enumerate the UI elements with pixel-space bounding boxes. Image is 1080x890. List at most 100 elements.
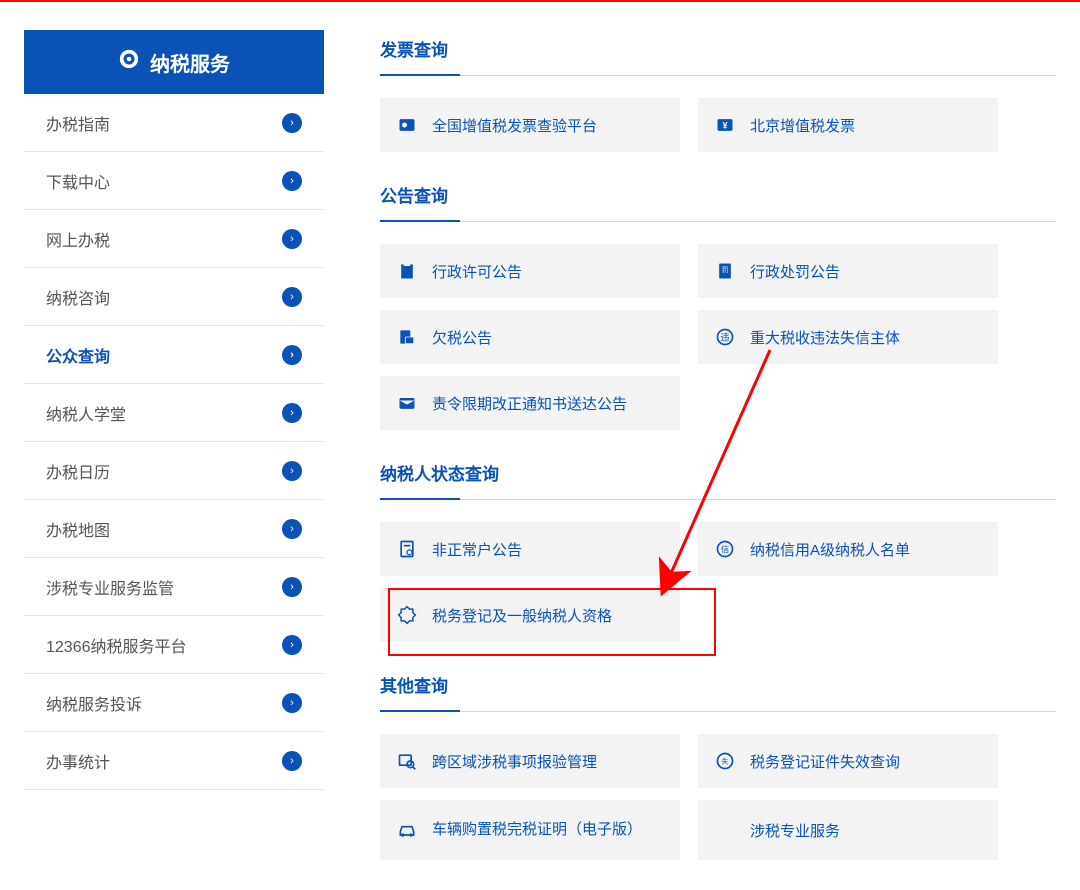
sidebar: 纳税服务 办税指南 › 下载中心 › 网上办税 › 纳税咨询 › 公众查询 › … bbox=[24, 30, 324, 890]
search-ticket-icon bbox=[396, 114, 418, 136]
card-grid: 全国增值税发票查验平台 ¥ 北京增值税发票 bbox=[380, 98, 1056, 152]
chevron-right-icon: › bbox=[282, 519, 302, 539]
card-label: 北京增值税发票 bbox=[750, 115, 855, 136]
chevron-right-icon: › bbox=[282, 461, 302, 481]
section-invoice: 发票查询 全国增值税发票查验平台 ¥ 北京增值税发票 bbox=[380, 36, 1056, 152]
sidebar-item-public-query[interactable]: 公众查询 › bbox=[24, 326, 324, 384]
sidebar-title: 纳税服务 bbox=[150, 48, 230, 77]
card-penalty-announce[interactable]: 罚 行政处罚公告 bbox=[698, 244, 998, 298]
svg-text:失: 失 bbox=[722, 757, 729, 766]
sidebar-item-label: 纳税咨询 bbox=[46, 285, 110, 309]
card-grid: 行政许可公告 罚 行政处罚公告 欠税公告 违 重大税收违法失信主体 责令限期改正… bbox=[380, 244, 1056, 430]
sidebar-item-school[interactable]: 纳税人学堂 › bbox=[24, 384, 324, 442]
card-grid: 跨区域涉税事项报验管理 失 税务登记证件失效查询 车辆购置税完税证明（电子版） … bbox=[380, 734, 1056, 860]
chevron-right-icon: › bbox=[282, 635, 302, 655]
penalty-doc-icon: 罚 bbox=[714, 260, 736, 282]
card-abnormal[interactable]: 非正常户公告 bbox=[380, 522, 680, 576]
sidebar-item-label: 纳税人学堂 bbox=[46, 401, 126, 425]
sidebar-item-map[interactable]: 办税地图 › bbox=[24, 500, 324, 558]
section-title: 公告查询 bbox=[380, 182, 1056, 222]
svg-text:违: 违 bbox=[720, 332, 729, 342]
chevron-right-icon: › bbox=[282, 577, 302, 597]
card-label: 全国增值税发票查验平台 bbox=[432, 115, 597, 136]
service-doc-icon bbox=[714, 819, 736, 841]
card-label: 重大税收违法失信主体 bbox=[750, 327, 900, 348]
abnormal-doc-icon bbox=[396, 538, 418, 560]
violation-icon: 违 bbox=[714, 326, 736, 348]
credit-badge-icon: 信 bbox=[714, 538, 736, 560]
sidebar-item-label: 涉税专业服务监管 bbox=[46, 575, 174, 599]
sidebar-item-consult[interactable]: 纳税咨询 › bbox=[24, 268, 324, 326]
sidebar-item-guide[interactable]: 办税指南 › bbox=[24, 94, 324, 152]
section-title: 发票查询 bbox=[380, 36, 1056, 76]
svg-text:信: 信 bbox=[721, 544, 729, 554]
section-title: 其他查询 bbox=[380, 672, 1056, 712]
car-icon bbox=[396, 819, 418, 841]
expire-badge-icon: 失 bbox=[714, 750, 736, 772]
chevron-right-icon: › bbox=[282, 287, 302, 307]
tax-card-icon bbox=[396, 326, 418, 348]
card-label: 纳税信用A级纳税人名单 bbox=[750, 539, 910, 560]
sidebar-item-label: 网上办税 bbox=[46, 227, 110, 251]
sidebar-item-label: 纳税服务投诉 bbox=[46, 691, 142, 715]
chevron-right-icon: › bbox=[282, 751, 302, 771]
card-correction-notice[interactable]: 责令限期改正通知书送达公告 bbox=[380, 376, 680, 430]
chevron-right-icon: › bbox=[282, 113, 302, 133]
card-grid: 非正常户公告 信 纳税信用A级纳税人名单 税务登记及一般纳税人资格 bbox=[380, 522, 1056, 642]
chevron-right-icon: › bbox=[282, 345, 302, 365]
main-content: 发票查询 全国增值税发票查验平台 ¥ 北京增值税发票 公告查询 行政许可公告 bbox=[380, 30, 1056, 890]
sidebar-item-label: 办税指南 bbox=[46, 111, 110, 135]
sidebar-item-calendar[interactable]: 办税日历 › bbox=[24, 442, 324, 500]
card-pro-service[interactable]: 涉税专业服务 bbox=[698, 800, 998, 860]
inspect-icon bbox=[396, 750, 418, 772]
service-icon bbox=[118, 48, 140, 76]
card-cross-region[interactable]: 跨区域涉税事项报验管理 bbox=[380, 734, 680, 788]
card-credit-a[interactable]: 信 纳税信用A级纳税人名单 bbox=[698, 522, 998, 576]
yen-ticket-icon: ¥ bbox=[714, 114, 736, 136]
section-other: 其他查询 跨区域涉税事项报验管理 失 税务登记证件失效查询 车辆购置税完税证明（… bbox=[380, 672, 1056, 860]
section-title: 纳税人状态查询 bbox=[380, 460, 1056, 500]
mail-icon bbox=[396, 392, 418, 414]
chevron-right-icon: › bbox=[282, 229, 302, 249]
page-root: 纳税服务 办税指南 › 下载中心 › 网上办税 › 纳税咨询 › 公众查询 › … bbox=[0, 2, 1080, 890]
svg-text:罚: 罚 bbox=[722, 266, 729, 274]
sidebar-item-online[interactable]: 网上办税 › bbox=[24, 210, 324, 268]
chevron-right-icon: › bbox=[282, 693, 302, 713]
sidebar-item-12366[interactable]: 12366纳税服务平台 › bbox=[24, 616, 324, 674]
card-vehicle-tax[interactable]: 车辆购置税完税证明（电子版） bbox=[380, 800, 680, 860]
sidebar-item-supervise[interactable]: 涉税专业服务监管 › bbox=[24, 558, 324, 616]
sidebar-item-stats[interactable]: 办事统计 › bbox=[24, 732, 324, 790]
sidebar-item-label: 办事统计 bbox=[46, 749, 110, 773]
card-national-invoice[interactable]: 全国增值税发票查验平台 bbox=[380, 98, 680, 152]
card-label: 车辆购置税完税证明（电子版） bbox=[432, 820, 642, 840]
card-cert-expire[interactable]: 失 税务登记证件失效查询 bbox=[698, 734, 998, 788]
card-label: 税务登记证件失效查询 bbox=[750, 751, 900, 772]
card-major-violation[interactable]: 违 重大税收违法失信主体 bbox=[698, 310, 998, 364]
sidebar-header: 纳税服务 bbox=[24, 30, 324, 94]
sidebar-item-label: 办税日历 bbox=[46, 459, 110, 483]
card-label: 税务登记及一般纳税人资格 bbox=[432, 605, 612, 626]
card-label: 涉税专业服务 bbox=[750, 820, 840, 841]
card-tax-registration[interactable]: 税务登记及一般纳税人资格 bbox=[380, 588, 680, 642]
card-label: 非正常户公告 bbox=[432, 539, 522, 560]
card-label: 责令限期改正通知书送达公告 bbox=[432, 393, 627, 414]
card-label: 跨区域涉税事项报验管理 bbox=[432, 751, 597, 772]
card-license-announce[interactable]: 行政许可公告 bbox=[380, 244, 680, 298]
card-beijing-invoice[interactable]: ¥ 北京增值税发票 bbox=[698, 98, 998, 152]
chevron-right-icon: › bbox=[282, 171, 302, 191]
sidebar-item-label: 下载中心 bbox=[46, 169, 110, 193]
chevron-right-icon: › bbox=[282, 403, 302, 423]
card-label: 行政处罚公告 bbox=[750, 261, 840, 282]
sidebar-item-complaint[interactable]: 纳税服务投诉 › bbox=[24, 674, 324, 732]
sidebar-item-label: 12366纳税服务平台 bbox=[46, 633, 187, 657]
section-status: 纳税人状态查询 非正常户公告 信 纳税信用A级纳税人名单 税务登记及一般纳税人资… bbox=[380, 460, 1056, 642]
badge-icon bbox=[396, 604, 418, 626]
card-label: 欠税公告 bbox=[432, 327, 492, 348]
sidebar-item-download[interactable]: 下载中心 › bbox=[24, 152, 324, 210]
card-owe-tax[interactable]: 欠税公告 bbox=[380, 310, 680, 364]
sidebar-item-label: 办税地图 bbox=[46, 517, 110, 541]
clipboard-icon bbox=[396, 260, 418, 282]
section-announce: 公告查询 行政许可公告 罚 行政处罚公告 欠税公告 违 重大税收违法失信主体 bbox=[380, 182, 1056, 430]
card-label: 行政许可公告 bbox=[432, 261, 522, 282]
sidebar-item-label: 公众查询 bbox=[46, 343, 110, 367]
